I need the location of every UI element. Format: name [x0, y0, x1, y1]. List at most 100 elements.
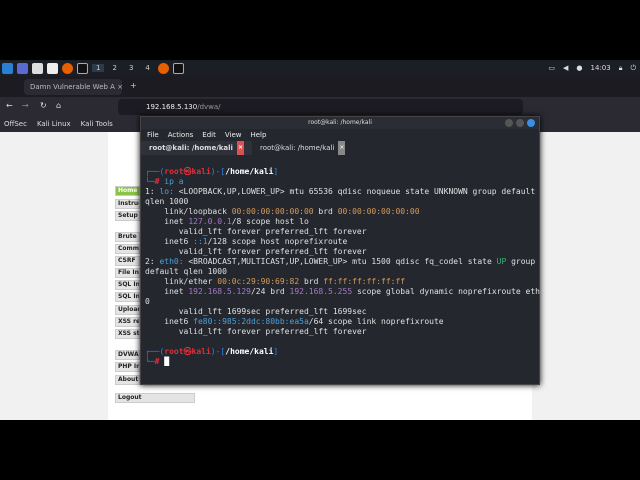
- terminal-text: )-[: [210, 167, 226, 176]
- maximize-icon[interactable]: [516, 119, 524, 127]
- terminal-text: valid_lft forever preferred_lft forever: [145, 227, 367, 236]
- terminal-text: └─: [145, 177, 155, 186]
- menu-logout[interactable]: Logout: [115, 393, 195, 403]
- menu-item[interactable]: CSRF: [115, 256, 140, 266]
- forward-icon[interactable]: →: [22, 101, 29, 110]
- tab-close-icon[interactable]: ×: [338, 141, 346, 155]
- menu-item[interactable]: Brute F: [115, 232, 140, 242]
- lock-icon[interactable]: 🔒︎: [619, 64, 623, 73]
- terminal-line: 2: eth0: <BROADCAST,MULTICAST,UP,LOWER_U…: [145, 257, 535, 267]
- workspace-1[interactable]: 1: [92, 64, 105, 72]
- terminal-line: 0: [145, 297, 535, 307]
- file-manager-icon[interactable]: [32, 62, 43, 74]
- kali-menu-icon[interactable]: [2, 62, 13, 74]
- terminal-text: scope global dynamic noprefixroute eth: [352, 287, 540, 296]
- tab-title: Damn Vulnerable Web A: [30, 83, 115, 91]
- terminal-window-icon[interactable]: [172, 62, 184, 74]
- menu-help[interactable]: Help: [250, 129, 266, 141]
- terminal-line: qlen 1000: [145, 197, 535, 207]
- browser-tab[interactable]: Damn Vulnerable Web A ×: [24, 79, 122, 95]
- terminal-text: /home/kali: [225, 347, 274, 356]
- terminal-output[interactable]: ┌──(root㉿kali)-[/home/kali] └─# ip a 1: lo…: [145, 167, 540, 367]
- terminal-text: inet: [145, 217, 189, 226]
- terminal-text: 2:: [145, 257, 160, 266]
- terminal-icon[interactable]: [77, 62, 88, 74]
- terminal-line: valid_lft forever preferred_lft forever: [145, 227, 535, 237]
- menu-item[interactable]: SQL Inj: [115, 280, 140, 290]
- terminal-line: 1: lo: <LOOPBACK,UP,LOWER_UP> mtu 65536 …: [145, 187, 535, 197]
- workspace-2[interactable]: 2: [108, 64, 120, 72]
- terminal-text: ┌──(: [145, 167, 165, 176]
- navigation-bar: ← → ↻ ⌂ 192.168.5.130/dvwa/: [0, 97, 640, 117]
- terminal-line: link/loopback 00:00:00:00:00:00 brd 00:0…: [145, 207, 535, 217]
- menu-item[interactable]: SQL Inj: [115, 292, 140, 302]
- text-editor-icon[interactable]: [47, 62, 58, 74]
- menu-item[interactable]: XSS refl: [115, 317, 140, 327]
- url-host: 192.168.5.130: [146, 103, 198, 111]
- terminal-text: /128 scope host noprefixroute: [207, 237, 348, 246]
- new-tab-button[interactable]: +: [130, 81, 137, 90]
- menu-item[interactable]: About: [115, 375, 140, 385]
- url-bar[interactable]: 192.168.5.130/dvwa/: [118, 99, 523, 115]
- terminal-text: link/ether: [145, 277, 218, 286]
- workspace-4[interactable]: 4: [141, 64, 153, 72]
- menu-view[interactable]: View: [225, 129, 242, 141]
- power-icon[interactable]: ⏻: [630, 64, 636, 73]
- terminal-text: 192.168.5.129: [188, 287, 251, 296]
- bookmark-kali-linux[interactable]: Kali Linux: [37, 120, 71, 129]
- terminal-text: lo:: [159, 187, 174, 196]
- terminal-text: /8 scope host lo: [231, 217, 309, 226]
- menu-file[interactable]: File: [147, 129, 159, 141]
- reload-icon[interactable]: ↻: [40, 101, 47, 110]
- terminal-text: fe80::985:2ddc:80bb:ea5a: [193, 317, 309, 326]
- workspace-3[interactable]: 3: [125, 64, 137, 72]
- menu-item[interactable]: File Incl: [115, 268, 140, 278]
- terminal-text: <LOOPBACK,UP,LOWER_UP> mtu 65536 qdisc n…: [173, 187, 536, 196]
- terminal-title: root@kali: /home/kali: [308, 119, 372, 126]
- home-icon[interactable]: ⌂: [56, 101, 61, 110]
- close-icon[interactable]: [527, 119, 535, 127]
- menu-item[interactable]: Comma: [115, 244, 140, 254]
- tab-close-icon[interactable]: ×: [236, 141, 244, 155]
- menu-item[interactable]: PHP Info: [115, 362, 140, 372]
- notification-icon[interactable]: ●: [576, 64, 582, 72]
- firefox-window-icon[interactable]: [157, 62, 169, 74]
- firefox-icon[interactable]: [62, 62, 73, 74]
- terminal-tab-2[interactable]: root@kali: /home/kali ×: [252, 141, 353, 155]
- terminal-text: root㉿kali: [164, 167, 211, 176]
- menu-item[interactable]: Upload: [115, 305, 140, 315]
- terminal-line: inet 127.0.0.1/8 scope host lo: [145, 217, 535, 227]
- terminal-text: group: [506, 257, 536, 266]
- terminal-text: ::1: [193, 237, 208, 246]
- back-icon[interactable]: ←: [6, 101, 13, 110]
- screen-icon[interactable]: ▭: [548, 64, 555, 72]
- terminal-line: inet6 fe80::985:2ddc:80bb:ea5a/64 scope …: [145, 317, 535, 327]
- menu-item[interactable]: Setup: [115, 211, 140, 221]
- show-desktop-icon[interactable]: [17, 62, 28, 74]
- terminal-text: valid_lft forever preferred_lft forever: [145, 247, 367, 256]
- menu-item[interactable]: XSS stor: [115, 329, 140, 339]
- terminal-text: qlen 1000: [145, 197, 189, 206]
- terminal-text: ]: [273, 167, 279, 176]
- tab-label: root@kali: /home/kali: [149, 144, 233, 152]
- terminal-line: ┌──(root㉿kali)-[/home/kali]: [145, 167, 535, 177]
- clock[interactable]: 14:03: [591, 64, 611, 72]
- tab-label: root@kali: /home/kali: [260, 144, 335, 152]
- bookmark-kali-tools[interactable]: Kali Tools: [81, 120, 113, 129]
- menu-item[interactable]: Home: [115, 186, 140, 196]
- terminal-text: 00:00:00:00:00:00: [337, 207, 420, 216]
- terminal-text: inet: [145, 287, 189, 296]
- terminal-text: ff:ff:ff:ff:ff:ff: [323, 277, 406, 286]
- terminal-text: 192.168.5.255: [289, 287, 353, 296]
- terminal-tab-1[interactable]: root@kali: /home/kali ×: [141, 141, 252, 155]
- terminal-text: link/loopback: [145, 207, 232, 216]
- menu-edit[interactable]: Edit: [202, 129, 216, 141]
- menu-item[interactable]: Instruct: [115, 199, 140, 209]
- terminal-text: #: [154, 177, 165, 186]
- minimize-icon[interactable]: [505, 119, 513, 127]
- menu-actions[interactable]: Actions: [168, 129, 194, 141]
- bookmark-offsec[interactable]: OffSec: [4, 120, 27, 129]
- menu-item[interactable]: DVWA S: [115, 350, 140, 360]
- volume-icon[interactable]: ◀: [563, 64, 568, 72]
- terminal-text: 0: [145, 297, 150, 306]
